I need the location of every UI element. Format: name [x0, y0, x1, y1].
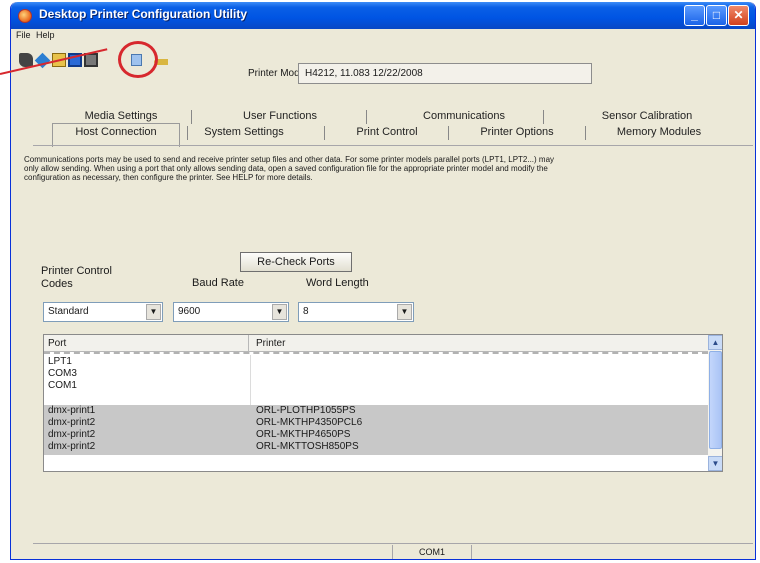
- printer-cell: ORL-MKTHP4650PS: [256, 429, 351, 440]
- tab-separator: [585, 126, 586, 140]
- close-button[interactable]: ✕: [728, 5, 749, 26]
- table-row[interactable]: dmx-print2 ORL-MKTHP4350PCL6: [44, 417, 708, 429]
- table-row[interactable]: dmx-print1 ORL-PLOTHP1055PS: [44, 405, 708, 417]
- table-header: Port Printer: [44, 335, 708, 352]
- highlight-circle: [118, 41, 158, 78]
- tab-system-settings[interactable]: System Settings: [189, 126, 299, 138]
- baud-rate-value: 9600: [178, 306, 201, 317]
- port-cell: dmx-print2: [48, 441, 96, 452]
- minimize-button[interactable]: _: [684, 5, 705, 26]
- ports-description: Communications ports may be used to send…: [24, 155, 555, 182]
- scrollbar-thumb[interactable]: [709, 351, 722, 449]
- recheck-ports-button[interactable]: Re-Check Ports: [240, 252, 352, 272]
- port-cell: dmx-print2: [48, 429, 96, 440]
- port-cell: COM3: [48, 368, 77, 379]
- scroll-down-icon[interactable]: ▼: [708, 456, 722, 471]
- tab-user-functions[interactable]: User Functions: [225, 110, 335, 122]
- tab-separator: [448, 126, 449, 140]
- tab-separator: [191, 110, 192, 124]
- printer-cell: ORL-MKTTOSH850PS: [256, 441, 359, 452]
- table-row[interactable]: dmx-print2 ORL-MKTHP4650PS: [44, 429, 708, 441]
- table-row[interactable]: COM1: [44, 380, 708, 392]
- port-cell: COM1: [48, 380, 77, 391]
- title-bar[interactable]: Desktop Printer Configuration Utility _ …: [11, 2, 755, 29]
- port-cell: dmx-print2: [48, 417, 96, 428]
- column-separator: [248, 335, 249, 352]
- menu-file[interactable]: File: [16, 30, 31, 40]
- menu-bar: File Help: [11, 29, 755, 45]
- printer-cell: ORL-MKTHP4350PCL6: [256, 417, 363, 428]
- tab-separator: [187, 126, 188, 140]
- ports-table: Port Printer LPT1 COM3 COM1 dmx-print1 O…: [43, 334, 723, 472]
- table-row[interactable]: dmx-print2 ORL-MKTTOSH850PS: [44, 441, 708, 455]
- baud-rate-label: Baud Rate: [192, 277, 244, 289]
- chevron-down-icon[interactable]: ▼: [272, 304, 287, 320]
- chevron-down-icon[interactable]: ▼: [146, 304, 161, 320]
- tab-printer-options[interactable]: Printer Options: [452, 126, 582, 138]
- scroll-up-icon[interactable]: ▲: [708, 335, 722, 350]
- tab-print-control[interactable]: Print Control: [327, 126, 447, 138]
- word-length-value: 8: [303, 306, 309, 317]
- dashed-divider: [44, 352, 708, 355]
- tab-separator: [543, 110, 544, 124]
- table-row[interactable]: LPT1: [44, 356, 708, 368]
- printer-model-field: H4212, 11.083 12/22/2008: [298, 63, 592, 84]
- chevron-down-icon[interactable]: ▼: [397, 304, 412, 320]
- status-bar: COM1: [33, 543, 753, 559]
- baud-rate-select[interactable]: 9600 ▼: [173, 302, 289, 322]
- port-cell: LPT1: [48, 356, 72, 367]
- table-row[interactable]: COM3: [44, 368, 708, 380]
- tab-separator: [324, 126, 325, 140]
- maximize-button[interactable]: □: [706, 5, 727, 26]
- tab-memory-modules[interactable]: Memory Modules: [593, 126, 725, 138]
- printer-control-value: Standard: [48, 306, 89, 317]
- port-cell: dmx-print1: [48, 405, 96, 416]
- tab-communications[interactable]: Communications: [399, 110, 529, 122]
- column-header-printer[interactable]: Printer: [256, 338, 285, 349]
- tab-media-settings[interactable]: Media Settings: [71, 110, 171, 122]
- app-icon: [18, 9, 32, 23]
- vertical-scrollbar[interactable]: ▲ ▼: [708, 335, 722, 471]
- word-length-label: Word Length: [306, 277, 369, 289]
- menu-help[interactable]: Help: [36, 30, 55, 40]
- window-title: Desktop Printer Configuration Utility: [39, 7, 248, 21]
- printer-cell: ORL-PLOTHP1055PS: [256, 405, 356, 416]
- printer-control-label: Printer Control Codes: [41, 265, 112, 290]
- printer-control-select[interactable]: Standard ▼: [43, 302, 163, 322]
- column-header-port[interactable]: Port: [48, 338, 66, 349]
- tab-separator: [366, 110, 367, 124]
- word-length-select[interactable]: 8 ▼: [298, 302, 414, 322]
- status-port: COM1: [392, 545, 472, 559]
- tab-sensor-calibration[interactable]: Sensor Calibration: [577, 110, 717, 122]
- app-window: Desktop Printer Configuration Utility _ …: [10, 2, 756, 560]
- tab-host-connection[interactable]: Host Connection: [53, 126, 179, 138]
